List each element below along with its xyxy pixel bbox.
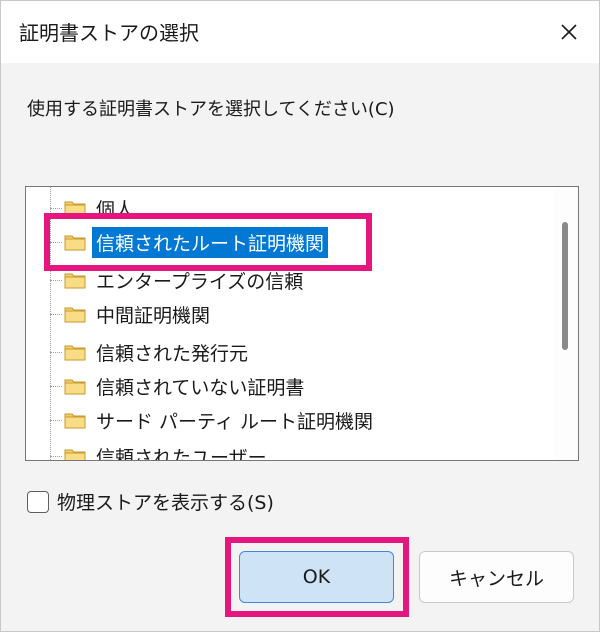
- tree-item-label: 中間証明機関: [96, 304, 211, 327]
- window-title: 証明書ストアの選択: [19, 21, 199, 45]
- show-physical-stores-row[interactable]: 物理ストアを表示する(S): [27, 488, 274, 515]
- tree-item-label: 信頼されていない証明書: [96, 376, 305, 399]
- tree-item-untrusted[interactable]: 信頼されていない証明書: [50, 369, 530, 403]
- tree-item-trusted-root[interactable]: 信頼されたルート証明機関: [50, 225, 530, 259]
- certificate-store-dialog: 証明書ストアの選択 使用する証明書ストアを選択してください(C) 個人 信頼され…: [0, 0, 600, 632]
- folder-icon: [64, 201, 86, 217]
- store-tree-view[interactable]: 個人 信頼されたルート証明機関 エンタープライズの信頼 中間証明機関 信頼された…: [25, 186, 579, 461]
- tree-item-label: 信頼された発行元: [96, 342, 249, 365]
- tree-item-intermediate[interactable]: 中間証明機関: [50, 297, 530, 331]
- folder-icon: [64, 379, 86, 395]
- tree-item-label: 個人: [96, 198, 135, 221]
- tree-item-label: サード パーティ ルート証明機関: [96, 410, 373, 433]
- tree-item-enterprise-trust[interactable]: エンタープライズの信頼: [50, 263, 530, 297]
- folder-icon: [64, 449, 86, 460]
- instruction-label: 使用する証明書ストアを選択してください(C): [27, 99, 395, 120]
- tree-item-label: 信頼されたルート証明機関: [92, 226, 329, 258]
- close-icon: [561, 24, 577, 40]
- folder-icon: [64, 273, 86, 289]
- ok-button[interactable]: OK: [239, 551, 394, 603]
- folder-icon: [64, 307, 86, 323]
- tree-item-label: 信頼されたユーザー: [96, 446, 267, 461]
- folder-icon: [64, 345, 86, 361]
- tree-scrollbar[interactable]: [554, 187, 578, 460]
- tree-item-third-party-root[interactable]: サード パーティ ルート証明機関: [50, 403, 530, 437]
- tree-item-trusted-people[interactable]: 信頼されたユーザー: [50, 439, 530, 460]
- scroll-thumb[interactable]: [562, 222, 568, 350]
- folder-icon: [64, 413, 86, 429]
- tree-item-trusted-publishers[interactable]: 信頼された発行元: [50, 335, 530, 369]
- folder-icon: [64, 235, 86, 251]
- show-physical-stores-label: 物理ストアを表示する(S): [57, 492, 274, 514]
- show-physical-stores-checkbox[interactable]: [27, 490, 49, 513]
- tree-item-personal[interactable]: 個人: [50, 191, 530, 225]
- tree-item-label: エンタープライズの信頼: [96, 270, 304, 293]
- tree-items-area: 個人 信頼されたルート証明機関 エンタープライズの信頼 中間証明機関 信頼された…: [26, 187, 554, 460]
- cancel-button[interactable]: キャンセル: [419, 551, 574, 603]
- close-button[interactable]: [539, 1, 599, 63]
- title-bar: 証明書ストアの選択: [1, 1, 599, 63]
